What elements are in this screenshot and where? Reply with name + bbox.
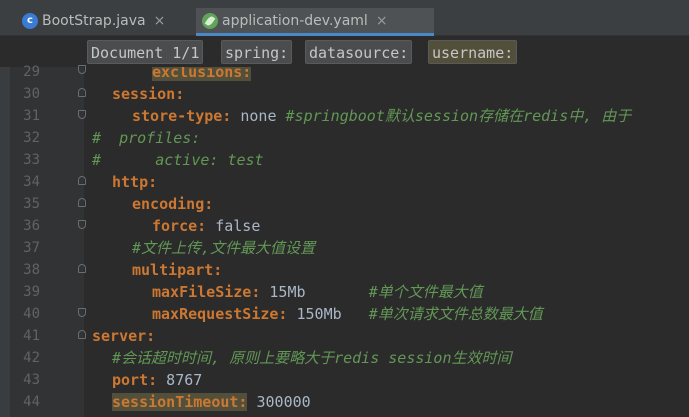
line-number: 35 — [23, 196, 40, 212]
yaml-key: exclusions: — [152, 67, 252, 81]
yaml-value: 300000 — [247, 393, 311, 411]
tab-label: application-dev.yaml — [222, 13, 368, 29]
yaml-key: server: — [92, 327, 156, 345]
yaml-key: store-type: — [132, 107, 232, 125]
code-line-39: maxFileSize: 15Mb #单个文件最大值 — [152, 281, 483, 303]
line-number: 44 — [23, 394, 40, 410]
java-class-icon: c — [22, 13, 38, 29]
line-number: 37 — [23, 240, 40, 256]
yaml-value: 150Mb — [287, 305, 369, 323]
fold-start-icon[interactable] — [78, 88, 86, 97]
tab-label: BootStrap.java — [42, 13, 146, 29]
gutter-strip — [0, 67, 10, 417]
line-number: 34 — [23, 174, 40, 190]
fold-end-icon[interactable] — [78, 65, 86, 74]
yaml-value: 15Mb — [260, 283, 369, 301]
close-icon[interactable]: × — [154, 13, 166, 29]
code-line-32: # profiles: — [92, 127, 200, 149]
yaml-comment: #会话超时时间, 原则上要略大于redis session生效时间 — [112, 349, 512, 367]
line-number: 29 — [23, 64, 40, 80]
fold-start-icon[interactable] — [78, 198, 86, 207]
yaml-comment: #单次请求文件总数最大值 — [368, 305, 543, 323]
line-number: 43 — [23, 372, 40, 388]
fold-start-icon[interactable] — [78, 176, 86, 185]
line-number: 30 — [23, 86, 40, 102]
yaml-value: 8767 — [157, 371, 203, 389]
line-number: 41 — [23, 328, 40, 344]
line-number: 38 — [23, 262, 40, 278]
yaml-key: port: — [112, 371, 158, 389]
line-number: 40 — [23, 306, 40, 322]
yaml-key: encoding: — [132, 195, 214, 213]
fold-start-icon[interactable] — [78, 330, 86, 339]
yaml-key: force: — [152, 217, 207, 235]
tab-bootstrap-java[interactable]: c BootStrap.java × — [22, 8, 165, 34]
yaml-value: none — [231, 107, 286, 125]
yaml-key: http: — [112, 173, 158, 191]
yaml-comment: #springboot默认session存储在redis中, 由于 — [285, 107, 632, 125]
fold-end-icon[interactable] — [78, 308, 86, 317]
code-line-42: #会话超时时间, 原则上要略大于redis session生效时间 — [112, 347, 512, 369]
code-line-33: # active: test — [92, 149, 264, 171]
yaml-comment: #单个文件最大值 — [368, 283, 483, 301]
yaml-key: maxRequestSize: — [152, 305, 288, 323]
yaml-key: maxFileSize: — [152, 283, 261, 301]
fold-start-icon[interactable] — [78, 264, 86, 273]
line-number-gutter: 29 30 31 32 33 34 35 36 37 38 39 40 41 4… — [0, 64, 86, 417]
line-number: 32 — [23, 130, 40, 146]
code-line-40: maxRequestSize: 150Mb #单次请求文件总数最大值 — [152, 303, 543, 325]
fold-end-icon[interactable] — [78, 220, 86, 229]
editor-tab-bar: c BootStrap.java × application-dev.yaml … — [0, 0, 689, 36]
line-number: 39 — [23, 284, 40, 300]
code-editor[interactable]: exclusions: session: store-type: none #s… — [92, 67, 689, 417]
line-number: 33 — [23, 152, 40, 168]
code-line-41: server: — [92, 325, 155, 347]
code-line-44: sessionTimeout: 300000 — [112, 391, 311, 413]
breadcrumb-spring[interactable]: spring: — [221, 40, 293, 64]
yaml-value: false — [206, 217, 261, 235]
breadcrumb: Document 1/1 spring: datasource: usernam… — [0, 36, 689, 67]
yaml-comment: # active: test — [92, 151, 264, 169]
spring-leaf-icon — [202, 13, 218, 29]
code-line-29: exclusions: — [152, 67, 252, 83]
yaml-key: session: — [112, 85, 185, 103]
fold-end-icon[interactable] — [78, 110, 86, 119]
yaml-key: sessionTimeout: — [112, 393, 248, 411]
line-number: 42 — [23, 350, 40, 366]
breadcrumb-username[interactable]: username: — [428, 40, 518, 64]
code-line-35: encoding: — [132, 193, 213, 215]
code-line-31: store-type: none #springboot默认session存储在… — [132, 105, 631, 127]
tab-application-dev-yaml[interactable]: application-dev.yaml × — [202, 8, 388, 34]
code-line-34: http: — [112, 171, 157, 193]
yaml-comment: # profiles: — [92, 129, 201, 147]
breadcrumb-document[interactable]: Document 1/1 — [87, 40, 204, 64]
code-line-38: multipart: — [132, 259, 222, 281]
close-icon[interactable]: × — [376, 13, 388, 29]
code-line-30: session: — [112, 83, 184, 105]
line-number: 36 — [23, 218, 40, 234]
code-line-43: port: 8767 — [112, 369, 202, 391]
yaml-key: multipart: — [132, 261, 223, 279]
yaml-comment: #文件上传,文件最大值设置 — [132, 239, 316, 257]
code-line-37: #文件上传,文件最大值设置 — [132, 237, 315, 259]
line-number: 31 — [23, 108, 40, 124]
breadcrumb-datasource[interactable]: datasource: — [305, 40, 413, 64]
code-line-36: force: false — [152, 215, 260, 237]
